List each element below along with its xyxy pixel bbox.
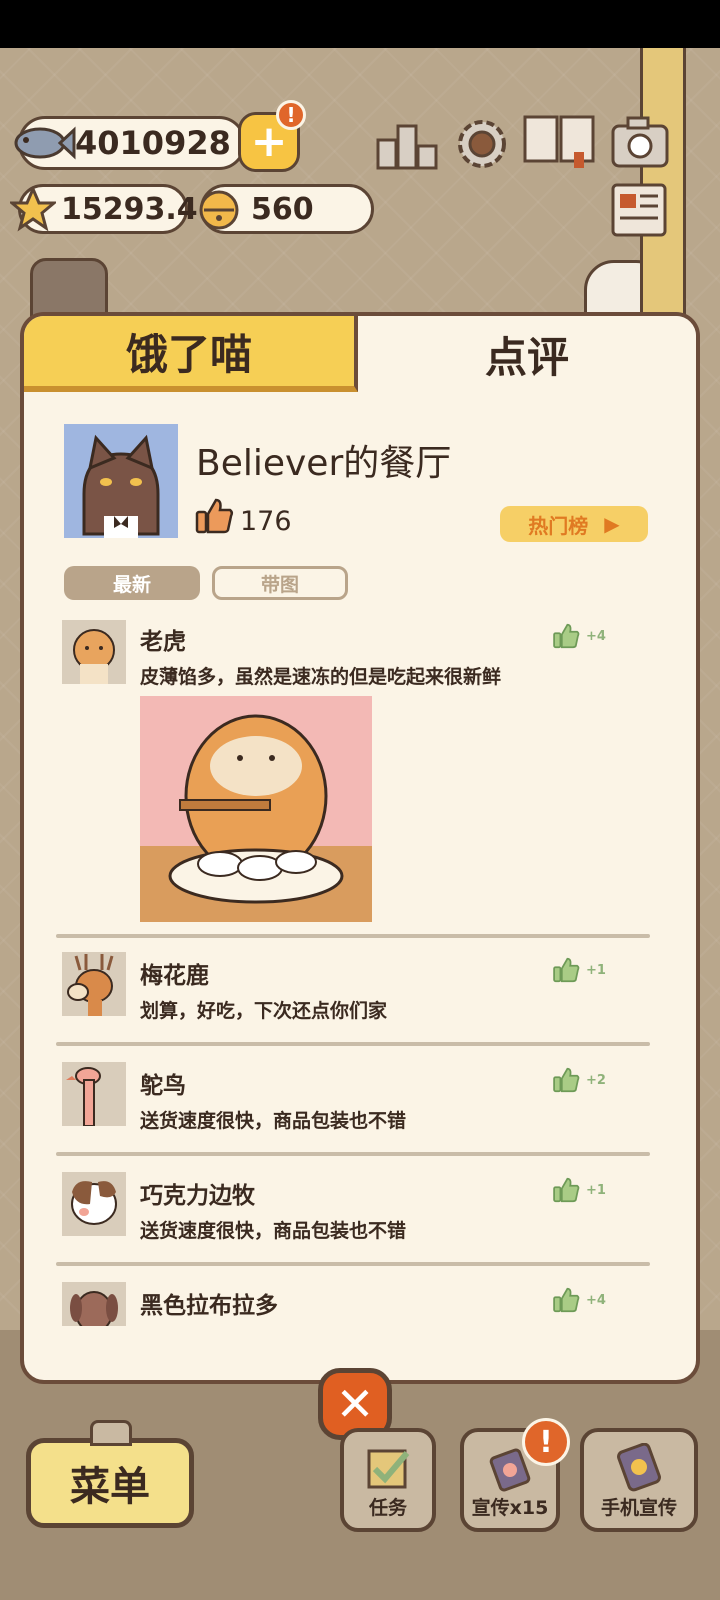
thumbs-up-icon [553,1177,580,1203]
thumbs-up-icon [553,957,580,983]
review-photo[interactable] [140,696,372,922]
promo-label: 宣传x15 [471,1497,549,1519]
camera-button[interactable] [610,114,670,170]
shop-sign-decor [30,258,108,320]
review-like-button[interactable]: +1 [552,956,606,984]
hot-list-label: 热门榜 [528,513,589,538]
review-text: 皮薄馅多，虽然是速冻的但是吃起来很新鲜 [140,666,502,688]
black-labrador-avatar [62,1282,126,1326]
ranking-button[interactable] [376,118,438,170]
phone-flyer-icon [617,1443,661,1492]
review-like-count: +4 [586,628,606,644]
ranking-podium-icon [376,124,438,170]
restaurant-name: Believer的餐厅 [196,443,452,484]
play-arrow-icon: ▶ [604,512,620,536]
restaurant-likes: 176 [240,506,292,537]
review-like-count: +2 [586,1072,606,1088]
close-icon: ✕ [335,1377,375,1431]
restaurant-avatar [64,424,178,538]
divider [56,934,650,938]
review-panel: 饿了喵 点评 Believer的餐厅 176 热门榜 ▶ 最新 带图 老虎 +4… [20,312,700,1384]
reviewer-name: 巧克力边牧 [140,1183,255,1209]
divider [56,1152,650,1156]
tab-reviews[interactable]: 点评 [358,316,696,392]
review-like-count: +4 [586,1292,606,1308]
review-like-button[interactable]: +1 [552,1176,606,1204]
tiger-avatar [62,620,126,684]
thumbs-up-icon [553,623,580,649]
thumbs-up-icon [553,1067,580,1093]
reviewer-name: 鸵鸟 [140,1073,186,1099]
clipboard-clip-icon [90,1420,132,1446]
checklist-icon [367,1449,410,1489]
phone-promo-label: 手机宣传 [600,1497,677,1519]
fish-value: 4010928 [75,124,231,162]
newspaper-icon [611,183,667,237]
filter-with-image[interactable]: 带图 [212,566,348,600]
tasks-button[interactable]: 任务 [340,1428,436,1532]
divider [56,1262,650,1266]
reviewer-name: 梅花鹿 [140,963,209,989]
review-text: 划算，好吃，下次还点你们家 [140,1000,388,1022]
review-text: 送货速度很快，商品包装也不错 [140,1110,407,1132]
review-like-button[interactable]: +2 [552,1066,606,1094]
alert-badge: ! [276,100,306,130]
thumbs-up-icon [194,496,234,540]
menu-label: 菜单 [70,1464,150,1510]
settings-button[interactable] [452,114,512,174]
filter-label: 最新 [112,573,151,596]
filter-label: 带图 [260,573,299,596]
tab-eleme[interactable]: 饿了喵 [24,316,358,392]
tasks-label: 任务 [368,1497,407,1519]
recipe-book-icon [523,115,595,168]
thumbs-up-icon [553,1287,580,1313]
hot-list-button[interactable]: 热门榜 ▶ [500,506,648,542]
review-text: 送货速度很快，商品包装也不错 [140,1220,407,1242]
tab-label: 饿了喵 [125,329,252,379]
divider [56,1042,650,1046]
tab-label: 点评 [484,332,569,382]
border-collie-avatar [62,1172,126,1236]
bell-value: 560 [251,191,314,227]
status-bar [0,0,720,48]
phone-promo-button[interactable]: 手机宣传 [580,1428,698,1532]
review-like-count: +1 [586,962,606,978]
bell-icon [196,186,242,236]
deer-avatar [62,952,126,1016]
ostrich-avatar [62,1062,126,1127]
review-like-button[interactable]: +4 [552,622,606,650]
camera-icon [611,116,669,168]
alert-badge: ! [522,1418,570,1466]
review-like-count: +1 [586,1182,606,1198]
newspaper-button[interactable] [610,182,668,238]
gear-icon [458,120,506,168]
star-icon [7,185,59,236]
recipe-book-button[interactable] [522,112,596,170]
star-value: 15293.4 [61,191,198,227]
fish-icon [12,116,76,174]
filter-latest[interactable]: 最新 [64,566,200,600]
menu-button[interactable]: 菜单 [26,1438,194,1528]
reviewer-name: 黑色拉布拉多 [140,1293,278,1319]
reviewer-name: 老虎 [140,629,186,655]
review-like-button[interactable]: +4 [552,1286,606,1314]
